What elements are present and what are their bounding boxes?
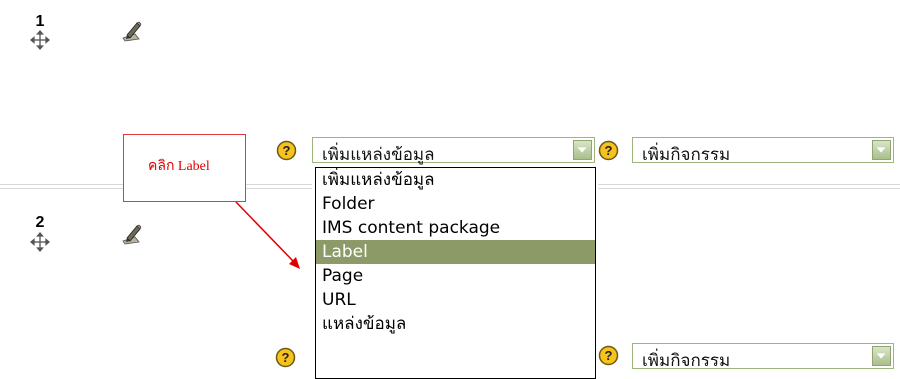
annotation-arrow	[235, 201, 300, 269]
